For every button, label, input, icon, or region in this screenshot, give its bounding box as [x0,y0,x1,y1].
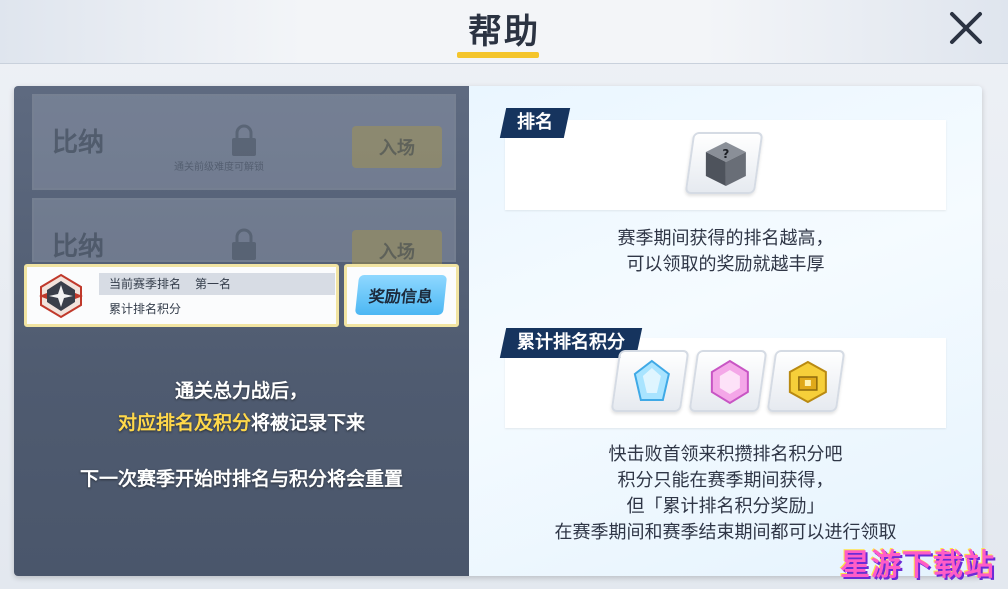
left-text-line1: 通关总力战后， [174,380,308,402]
header-bar: 帮助 [0,0,1008,64]
ranking-desc-line1: 赛季期间获得的排名越高， [617,228,834,249]
points-desc-line1: 快击败首领来积攒排名积分吧 [608,444,843,465]
locked-row-hint: 通关前级难度可解锁 [174,162,264,173]
locked-row: 比纳 入场 [32,198,456,272]
lock-icon [232,124,256,156]
rank-emblem-icon [39,273,83,319]
pink-crystal-icon [710,359,749,405]
reward-info-button[interactable]: 奖励信息 [354,275,448,315]
points-desc-line2: 积分只能在赛季期间获得， [617,470,834,491]
blue-crystal-icon [633,359,670,401]
highlight-text: 对应排名及积分 [117,412,251,434]
points-label: 累计排名积分 [109,302,182,316]
left-text-line2: 对应排名及积分将被记录下来 [14,408,469,435]
lock-icon [232,228,256,260]
svg-text:?: ? [722,147,729,161]
left-illustration: 比纳 通关前级难度可解锁 入场 比纳 入场 当前赛季排名 第一名 累计排名积分 … [14,86,469,576]
locked-row-name: 比纳 [52,128,105,158]
enter-button: 入场 [352,126,442,168]
mystery-cube-icon: ? [705,142,746,186]
points-tag-label: 累计排名积分 [517,332,625,353]
rank-label: 当前赛季排名 [109,277,182,291]
close-icon [950,12,982,44]
ranking-tag-label: 排名 [517,112,553,133]
left-text-line3: 下一次赛季开始时排名与积分将会重置 [79,468,403,490]
gold-chest-icon [788,360,827,404]
page-title: 帮助 [468,12,540,52]
close-button[interactable] [944,6,988,50]
locked-row-name: 比纳 [52,232,105,262]
left-text-line2-rest: 将被记录下来 [251,412,366,434]
watermark-text: 星游下载站 [840,548,995,583]
title-underline [457,52,539,58]
gold-chest-tile [766,350,846,412]
rank-value: 第一名 [195,277,232,291]
reward-button-frame: 奖励信息 [344,264,459,327]
points-desc-line3: 但「累计排名积分奖励」 [626,496,825,517]
right-explanation: 排名 ? 赛季期间获得的排名越高， 可以领取的奖励就越丰厚 累计排名积分 快击败… [469,86,982,576]
rank-line: 当前赛季排名 第一名 [99,273,335,295]
help-panel: 比纳 通关前级难度可解锁 入场 比纳 入场 当前赛季排名 第一名 累计排名积分 … [14,86,982,576]
ranking-desc-line2: 可以领取的奖励就越丰厚 [626,254,825,275]
ranking-tag: 排名 [499,108,571,138]
blue-crystal-tile [610,350,690,412]
pink-crystal-tile [688,350,768,412]
mystery-cube-tile: ? [684,132,764,194]
current-rank-card: 当前赛季排名 第一名 累计排名积分 [24,264,339,327]
locked-row: 比纳 通关前级难度可解锁 入场 [32,94,456,190]
